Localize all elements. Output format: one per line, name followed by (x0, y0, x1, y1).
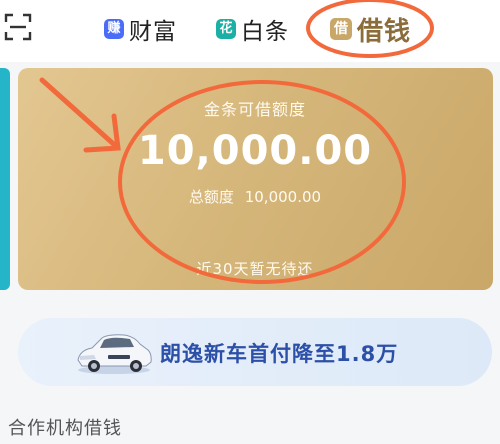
borrow-badge-icon: 借 (330, 18, 352, 40)
car-image (77, 334, 152, 374)
section-heading: 合作机构借钱 (8, 418, 122, 439)
available-amount: 10,000.00 (137, 128, 373, 174)
total-limit: 总额度 10,000.00 (0, 186, 500, 207)
total-limit-value: 10,000.00 (244, 188, 322, 206)
tab-borrow[interactable]: 借 借钱 (330, 12, 412, 47)
tab-wealth[interactable]: 赚 财富 (104, 12, 177, 46)
tab-baitiao[interactable]: 花 白条 (216, 12, 289, 46)
total-limit-label: 总额度 (188, 188, 234, 206)
tab-label: 财富 (129, 19, 177, 45)
tab-label: 白条 (241, 19, 289, 45)
scan-icon[interactable] (4, 13, 32, 41)
loan-page: 赚 财富 花 白条 借 借钱 金条可借额度 10,000.00 总额度 10,0… (0, 0, 500, 444)
tab-label: 借钱 (357, 16, 412, 47)
baitiao-badge-icon: 花 (216, 19, 236, 39)
card-title: 金条可借额度 (203, 100, 306, 119)
top-nav-bar: 赚 财富 花 白条 借 借钱 (0, 0, 500, 62)
banner-text: 朗逸新车首付降至1.8万 (160, 342, 399, 366)
wealth-badge-icon: 赚 (104, 19, 124, 39)
repayment-status: 近30天暂无待还 (196, 260, 314, 278)
